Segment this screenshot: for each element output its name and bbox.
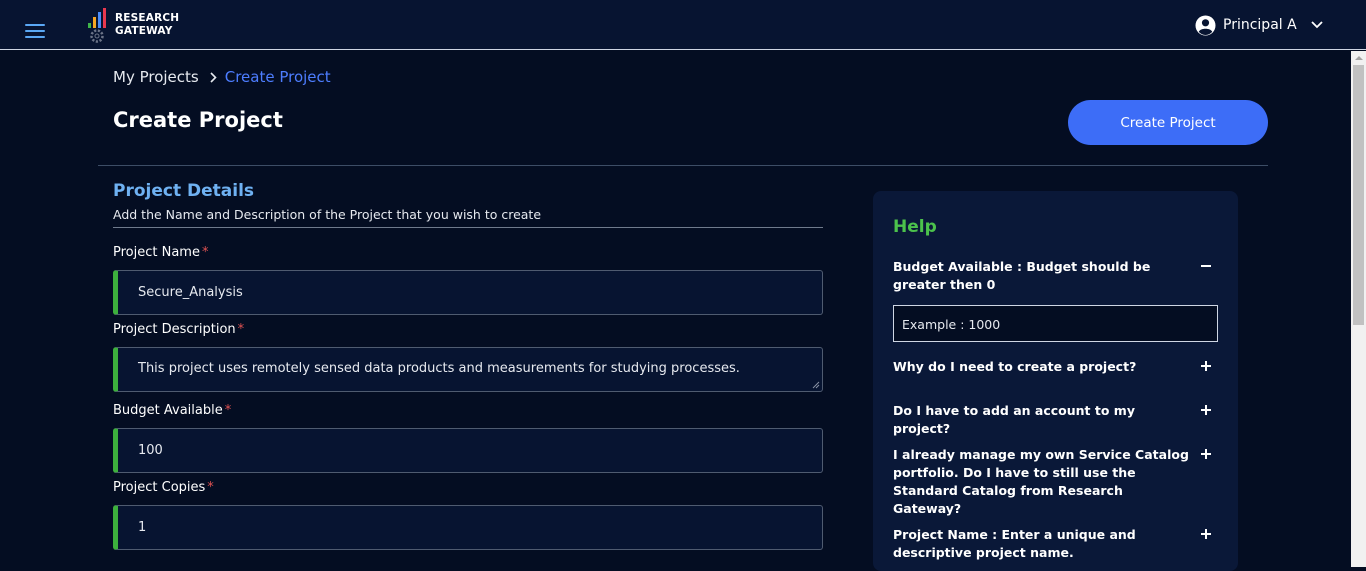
budget-available-label: Budget Available * [113, 403, 231, 418]
section-subtitle: Add the Name and Description of the Proj… [113, 207, 542, 222]
faq-question-add-account[interactable]: Do I have to add an account to my projec… [893, 402, 1193, 438]
project-name-label: Project Name * [113, 245, 208, 260]
project-description-value: This project uses remotely sensed data p… [138, 361, 740, 376]
user-name: Principal A [1223, 17, 1297, 33]
logo-line-2: GATEWAY [115, 25, 173, 37]
expand-plus-icon[interactable] [1200, 404, 1212, 416]
required-marker: * [237, 322, 245, 337]
resize-grip-icon[interactable] [812, 381, 820, 389]
project-description-label: Project Description * [113, 322, 244, 337]
project-copies-input[interactable]: 1 [113, 505, 823, 550]
expand-plus-icon[interactable] [1200, 448, 1212, 460]
research-gateway-logo-icon [88, 8, 106, 43]
budget-available-input[interactable]: 100 [113, 428, 823, 473]
project-name-input[interactable]: Secure_Analysis [113, 270, 823, 315]
breadcrumb-my-projects[interactable]: My Projects [113, 68, 199, 86]
project-description-label-text: Project Description [113, 322, 236, 337]
collapse-minus-icon[interactable] [1200, 260, 1212, 272]
project-description-textarea[interactable]: This project uses remotely sensed data p… [113, 347, 823, 392]
expand-plus-icon[interactable] [1200, 360, 1212, 372]
project-name-value: Secure_Analysis [138, 285, 243, 300]
page-scrollbar[interactable] [1351, 51, 1366, 567]
breadcrumb-create-project[interactable]: Create Project [225, 68, 331, 86]
faq-question-budget[interactable]: Budget Available : Budget should be grea… [893, 258, 1193, 294]
project-copies-label: Project Copies * [113, 480, 214, 495]
project-copies-value: 1 [138, 520, 147, 535]
faq-question-service-catalog[interactable]: I already manage my own Service Catalog … [893, 446, 1193, 518]
chevron-down-icon[interactable] [1311, 21, 1323, 29]
page-title: Create Project [113, 108, 283, 132]
faq-question-project-name[interactable]: Project Name : Enter a unique and descri… [893, 526, 1193, 562]
header-divider [98, 165, 1268, 166]
scrollbar-thumb[interactable] [1353, 65, 1364, 325]
help-title: Help [893, 217, 937, 237]
help-panel: Help Budget Available : Budget should be… [873, 191, 1238, 571]
account-circle-icon [1195, 15, 1216, 35]
required-marker: * [207, 480, 214, 495]
project-name-label-text: Project Name [113, 245, 200, 260]
expand-plus-icon[interactable] [1200, 528, 1212, 540]
chevron-right-icon [210, 71, 217, 83]
section-title: Project Details [113, 181, 255, 201]
budget-available-value: 100 [138, 443, 163, 458]
hamburger-menu-icon[interactable] [25, 24, 45, 40]
faq-answer-budget: Example : 1000 [893, 305, 1218, 342]
create-project-button[interactable]: Create Project [1068, 100, 1268, 145]
top-bar: RESEARCH GATEWAY Principal A [0, 0, 1366, 50]
faq-answer-text: Example : 1000 [902, 317, 1001, 332]
budget-available-label-text: Budget Available [113, 403, 223, 418]
required-marker: * [201, 245, 209, 260]
scroll-up-arrow-icon[interactable] [1355, 56, 1363, 60]
required-marker: * [224, 403, 232, 418]
logo-line-1: RESEARCH [115, 12, 180, 24]
logo-text: RESEARCH GATEWAY [115, 12, 179, 38]
breadcrumb: My Projects Create Project [113, 68, 331, 86]
user-menu[interactable]: Principal A [1195, 12, 1323, 38]
section-divider [113, 227, 823, 228]
faq-question-why-project[interactable]: Why do I need to create a project? [893, 358, 1193, 376]
project-copies-label-text: Project Copies [113, 480, 206, 495]
